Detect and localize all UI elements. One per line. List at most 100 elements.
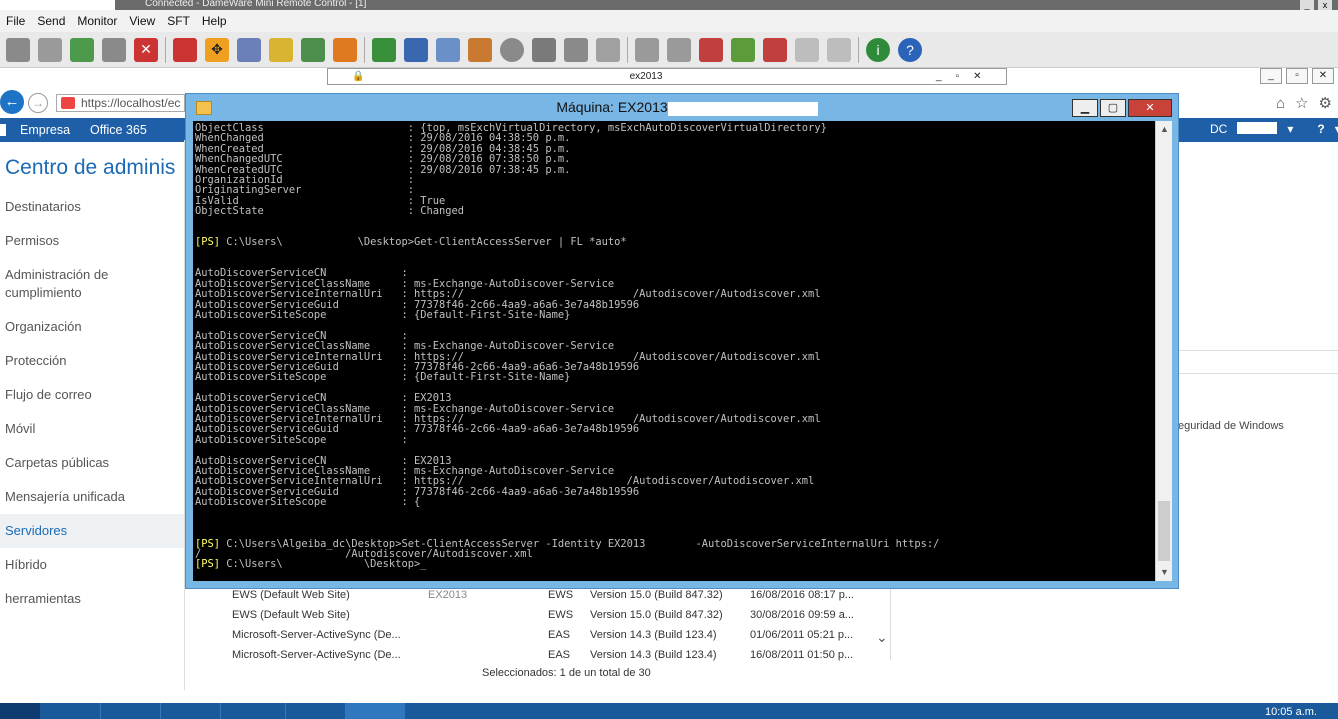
scroll-up-icon[interactable]: ▲ xyxy=(1156,121,1173,138)
menu-help[interactable]: Help xyxy=(196,14,233,28)
move-icon[interactable]: ✥ xyxy=(205,37,229,62)
chart-icon[interactable] xyxy=(301,37,325,62)
sidebar-item-mobile[interactable]: Móvil xyxy=(0,412,184,446)
user-name[interactable]: DC xyxy=(1210,122,1227,136)
scroll-thumb[interactable] xyxy=(1158,501,1170,561)
restore-button[interactable]: ▫ xyxy=(1286,68,1308,84)
sidebar-item-tools[interactable]: herramientas xyxy=(0,582,184,616)
close-icon[interactable]: ✕ xyxy=(973,71,981,82)
cell-type: EWS xyxy=(548,609,574,621)
gear-icon[interactable]: ⚙ xyxy=(1319,94,1332,112)
sidebar-item-servers[interactable]: Servidores xyxy=(0,514,184,548)
console-line: AutoDiscoverSiteScope : {Default-First-S… xyxy=(195,309,571,322)
paste-icon[interactable] xyxy=(667,37,691,62)
printer-icon[interactable] xyxy=(564,37,588,62)
user-area: DC ▾ ? ▾ xyxy=(1210,122,1338,136)
minimize-button[interactable]: ▁ xyxy=(1072,98,1098,117)
grid-icon[interactable] xyxy=(436,37,460,62)
minimize-icon[interactable]: _ xyxy=(936,71,942,82)
remote-session-tab[interactable]: 🔒 ex2013 _ ▫ ✕ xyxy=(327,68,1007,85)
help-icon[interactable]: ? xyxy=(898,37,922,62)
sidebar-item-recipients[interactable]: Destinatarios xyxy=(0,190,184,224)
restore-icon[interactable]: ▫ xyxy=(956,71,960,82)
favorites-icon[interactable]: ☆ xyxy=(1295,94,1308,112)
windows-icon[interactable] xyxy=(795,37,819,62)
cell-type: EAS xyxy=(548,649,571,661)
browser-nav: ← → https://localhost/ec xyxy=(0,88,185,118)
console-line: ObjectState : Changed xyxy=(195,205,464,218)
table-row[interactable]: Microsoft-Server-ActiveSync (De... EAS V… xyxy=(232,625,912,645)
sidebar-item-organization[interactable]: Organización xyxy=(0,310,184,344)
screen-icon[interactable] xyxy=(173,37,197,62)
table-row[interactable]: Microsoft-Server-ActiveSync (De... EAS V… xyxy=(232,645,912,665)
transfer-icon[interactable] xyxy=(731,37,755,62)
pointer-icon[interactable] xyxy=(404,37,428,62)
clipboard-icon[interactable] xyxy=(596,37,620,62)
cursor-icon[interactable] xyxy=(372,37,396,62)
close-button[interactable]: ✕ xyxy=(1312,68,1334,84)
sidebar-item-hybrid[interactable]: Híbrido xyxy=(0,548,184,582)
console-line: WhenChangedUTC : 29/08/2016 07:38:50 p.m… xyxy=(195,153,571,166)
sidebar-item-protection[interactable]: Protección xyxy=(0,344,184,378)
keyboard-icon[interactable] xyxy=(333,37,357,62)
menu-sft[interactable]: SFT xyxy=(161,14,196,28)
taskbar-app-server-manager[interactable] xyxy=(100,703,160,719)
sidebar-item-permissions[interactable]: Permisos xyxy=(0,224,184,258)
menu-send[interactable]: Send xyxy=(31,14,71,28)
delete-icon[interactable] xyxy=(699,37,723,62)
taskbar-app-explorer[interactable] xyxy=(160,703,220,719)
menu-file[interactable]: File xyxy=(0,14,31,28)
sidebar-item-compliance[interactable]: Administración de cumplimiento xyxy=(0,258,184,310)
scroll-down-icon[interactable]: ▼ xyxy=(1156,564,1173,581)
connect-icon[interactable] xyxy=(6,37,30,62)
copy-icon[interactable] xyxy=(635,37,659,62)
sidebar-item-mail-flow[interactable]: Flujo de correo xyxy=(0,378,184,412)
address-bar[interactable]: https://localhost/ec xyxy=(56,94,185,112)
console-output[interactable]: ObjectClass : {top, msExchVirtualDirecto… xyxy=(193,121,1155,581)
cell-type: EAS xyxy=(548,629,571,641)
disconnect-icon[interactable] xyxy=(38,37,62,62)
taskbar-app-powershell[interactable] xyxy=(220,703,280,719)
close-button[interactable]: x xyxy=(1318,0,1332,10)
settings-icon[interactable] xyxy=(468,37,492,62)
maximize-button[interactable]: ▢ xyxy=(1100,98,1126,117)
console-scrollbar[interactable]: ▲ ▼ xyxy=(1155,121,1172,581)
selection-status: Seleccionados: 1 de un total de 30 xyxy=(482,667,651,679)
cancel-monitor-icon[interactable]: ✕ xyxy=(134,37,158,62)
table-row[interactable]: EWS (Default Web Site) EWS Version 15.0 … xyxy=(232,605,912,625)
home-icon[interactable]: ⌂ xyxy=(1276,95,1285,112)
back-button[interactable]: ← xyxy=(0,90,24,114)
forward-button[interactable]: → xyxy=(28,93,48,113)
monitor-green-icon[interactable] xyxy=(70,37,94,62)
dameware-toolbar: ✕ ✥ i ? xyxy=(0,32,1338,68)
user-icon[interactable] xyxy=(102,37,126,62)
camera-icon[interactable] xyxy=(532,37,556,62)
minimize-button[interactable]: _ xyxy=(1300,0,1314,10)
close-button[interactable]: ✕ xyxy=(1128,98,1172,117)
menu-view[interactable]: View xyxy=(123,14,161,28)
chevron-down-icon[interactable]: ▾ xyxy=(1287,122,1293,136)
details-text: eguridad de Windows xyxy=(1178,420,1284,432)
start-button[interactable] xyxy=(0,703,40,719)
chevron-down-icon[interactable]: ⌄ xyxy=(876,629,888,646)
info-icon[interactable]: i xyxy=(866,37,890,62)
virtual-directory-list: EWS (Default Web Site) EX2013 EWS Versio… xyxy=(232,585,912,665)
menu-monitor[interactable]: Monitor xyxy=(71,14,123,28)
taskbar-app-console[interactable] xyxy=(345,703,405,719)
disc-icon[interactable] xyxy=(500,37,524,62)
powershell-window-controls: ▁ ▢ ✕ xyxy=(1072,98,1172,117)
enterprise-link[interactable]: Empresa xyxy=(20,123,70,137)
office365-link[interactable]: Office 365 xyxy=(90,123,147,137)
console-line: AutoDiscoverSiteScope : xyxy=(195,433,408,446)
lock-icon[interactable] xyxy=(269,37,293,62)
minimize-button[interactable]: _ xyxy=(1260,68,1282,84)
remove-icon[interactable] xyxy=(763,37,787,62)
font-icon[interactable] xyxy=(237,37,261,62)
sidebar-item-unified-messaging[interactable]: Mensajería unificada xyxy=(0,480,184,514)
console-line: [PS] C:\Users\ \Desktop>Get-ClientAccess… xyxy=(195,236,627,249)
options-icon[interactable] xyxy=(827,37,851,62)
help-menu[interactable]: ? xyxy=(1317,122,1324,136)
sidebar-item-public-folders[interactable]: Carpetas públicas xyxy=(0,446,184,480)
taskbar-app-ie[interactable] xyxy=(285,703,345,719)
